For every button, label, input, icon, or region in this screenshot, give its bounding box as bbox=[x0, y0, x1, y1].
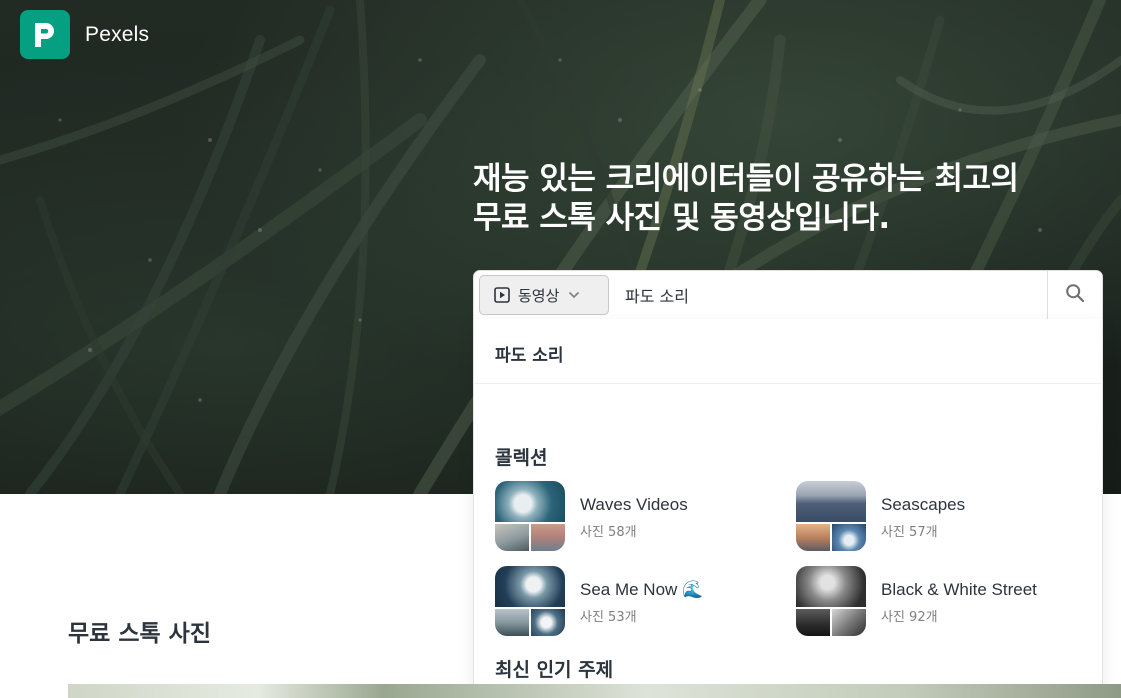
trending-topics-heading: 최신 인기 주제 bbox=[495, 659, 614, 681]
hero-headline-line-2: 무료 스톡 사진 및 동영상입니다. bbox=[473, 200, 890, 236]
collection-item-waves-videos[interactable]: Waves Videos 사진 58개 bbox=[495, 481, 688, 551]
pexels-logo[interactable]: Pexels bbox=[20, 10, 149, 59]
photo-grid-preview[interactable] bbox=[68, 684, 1121, 698]
collection-count: 사진 53개 bbox=[580, 610, 637, 625]
search-suggestions-dropdown: 파도 소리 콜렉션 Waves Videos 사진 58개 Seascapes … bbox=[473, 319, 1103, 698]
dropdown-divider bbox=[474, 383, 1102, 384]
pexels-logo-icon bbox=[20, 10, 70, 59]
search-suggestion-item[interactable]: 파도 소리 bbox=[495, 341, 563, 366]
collection-thumbnail bbox=[495, 566, 565, 636]
collection-item-seascapes[interactable]: Seascapes 사진 57개 bbox=[796, 481, 965, 551]
media-type-label: 동영상 bbox=[518, 286, 560, 305]
media-type-dropdown[interactable]: 동영상 bbox=[479, 275, 609, 315]
collection-thumbnail bbox=[796, 481, 866, 551]
chevron-down-icon bbox=[568, 291, 580, 299]
collection-title: Waves Videos bbox=[580, 495, 688, 514]
collection-count: 사진 57개 bbox=[881, 525, 938, 540]
search-button[interactable] bbox=[1047, 271, 1102, 319]
collection-item-black-white-street[interactable]: Black & White Street 사진 92개 bbox=[796, 566, 1037, 636]
collection-count: 사진 92개 bbox=[881, 610, 938, 625]
collection-thumbnail bbox=[495, 481, 565, 551]
free-stock-photos-heading: 무료 스톡 사진 bbox=[68, 621, 211, 647]
collection-title: Sea Me Now 🌊 bbox=[580, 580, 704, 599]
search-input[interactable] bbox=[625, 275, 1047, 315]
collection-count: 사진 58개 bbox=[580, 525, 637, 540]
collection-title: Seascapes bbox=[881, 495, 966, 514]
play-square-icon bbox=[494, 287, 510, 303]
hero-headline: 재능 있는 크리에이터들이 공유하는 최고의 무료 스톡 사진 및 동영상입니다… bbox=[473, 160, 1113, 238]
collection-thumbnail bbox=[796, 566, 866, 636]
search-bar: 동영상 bbox=[473, 270, 1103, 320]
collection-item-sea-me-now[interactable]: Sea Me Now 🌊 사진 53개 bbox=[495, 566, 703, 636]
collection-title: Black & White Street bbox=[881, 580, 1037, 599]
brand-name: Pexels bbox=[85, 22, 150, 46]
hero-headline-line-1: 재능 있는 크리에이터들이 공유하는 최고의 bbox=[473, 161, 1019, 197]
collections-heading: 콜렉션 bbox=[495, 447, 548, 469]
search-icon bbox=[1065, 283, 1085, 307]
